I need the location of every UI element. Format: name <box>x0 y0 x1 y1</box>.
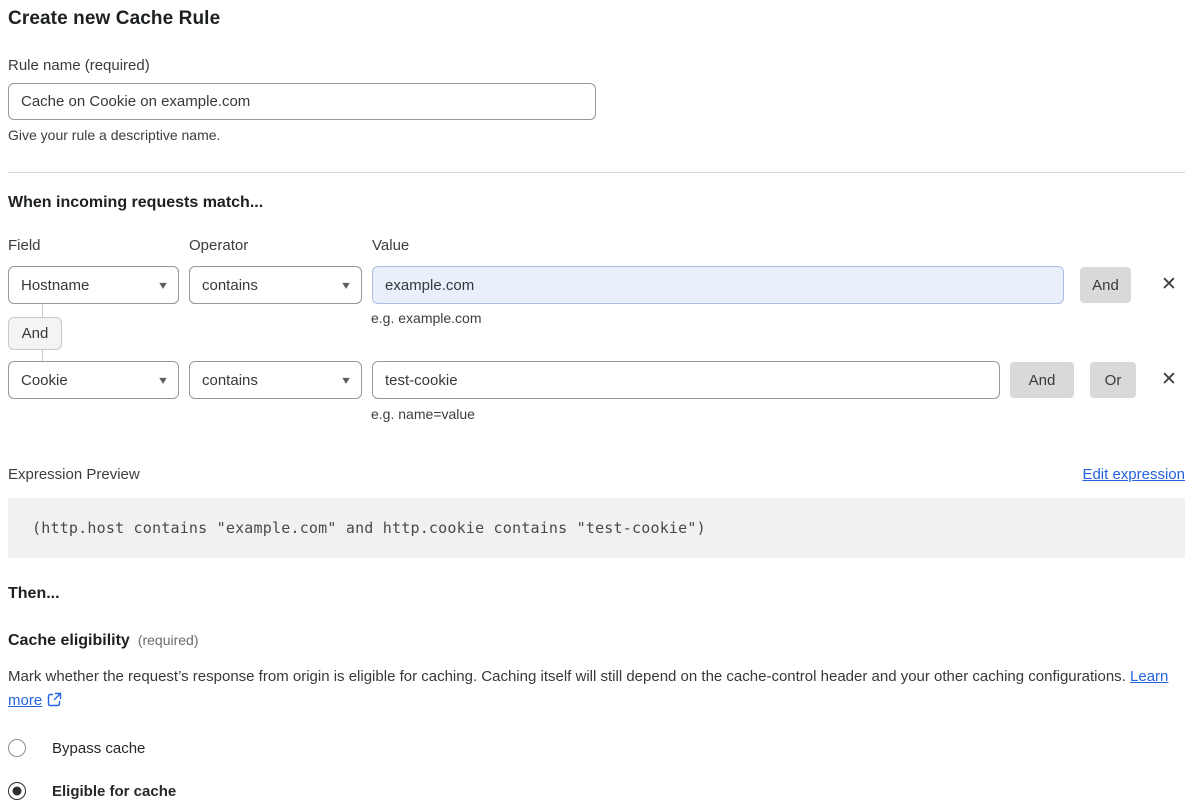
radio-option-bypass-cache[interactable]: Bypass cache <box>8 739 1185 757</box>
operator-select[interactable]: contains ▾ <box>189 361 362 399</box>
cache-eligibility-title: Cache eligibility <box>8 632 130 650</box>
rule-name-help: Give your rule a descriptive name. <box>8 127 1185 143</box>
radio-button-unselected[interactable] <box>8 739 26 757</box>
value-hint: e.g. name=value <box>371 406 1185 422</box>
match-section-heading: When incoming requests match... <box>8 194 1185 212</box>
field-column-label: Field <box>8 237 189 254</box>
rule-name-label: Rule name (required) <box>8 57 1185 74</box>
add-and-condition-button[interactable]: And <box>1010 362 1074 398</box>
operator-select-value: contains <box>202 277 258 294</box>
chevron-down-icon: ▾ <box>342 278 350 292</box>
field-select[interactable]: Hostname ▾ <box>8 266 179 304</box>
operator-select[interactable]: contains ▾ <box>189 266 362 304</box>
value-input[interactable] <box>372 361 1000 399</box>
section-divider <box>8 172 1185 173</box>
external-link-icon <box>47 691 62 715</box>
add-or-condition-button[interactable]: Or <box>1090 362 1136 398</box>
then-section-heading: Then... <box>8 585 1185 603</box>
cache-eligibility-description: Mark whether the request’s response from… <box>8 665 1173 715</box>
value-column-label: Value <box>372 237 1185 254</box>
rule-name-input[interactable] <box>8 83 596 120</box>
condition-row: Cookie ▾ contains ▾ And Or ✕ <box>8 361 1185 399</box>
cache-eligibility-heading: Cache eligibility (required) <box>8 632 1185 650</box>
value-hint: e.g. example.com <box>371 310 482 326</box>
value-input[interactable] <box>372 266 1064 304</box>
expression-preview-header: Expression Preview Edit expression <box>8 466 1185 483</box>
expression-preview-label: Expression Preview <box>8 466 140 483</box>
create-cache-rule-page: Create new Cache Rule Rule name (require… <box>0 0 1200 784</box>
chevron-down-icon: ▾ <box>159 278 167 292</box>
radio-label: Eligible for cache <box>52 783 176 800</box>
radio-option-eligible-for-cache[interactable]: Eligible for cache <box>8 782 1185 800</box>
chevron-down-icon: ▾ <box>342 373 350 387</box>
expression-code-block: (http.host contains "example.com" and ht… <box>8 498 1185 558</box>
chevron-down-icon: ▾ <box>159 373 167 387</box>
edit-expression-link[interactable]: Edit expression <box>1082 466 1185 483</box>
add-and-condition-button[interactable]: And <box>1080 267 1131 303</box>
field-select-value: Hostname <box>21 277 89 294</box>
builder-column-labels: Field Operator Value <box>8 237 1185 254</box>
field-select-value: Cookie <box>21 372 68 389</box>
page-title: Create new Cache Rule <box>8 8 1185 30</box>
and-connector: And <box>8 304 62 361</box>
remove-condition-icon[interactable]: ✕ <box>1158 274 1180 296</box>
connector-line <box>42 350 43 361</box>
required-note: (required) <box>138 632 199 648</box>
description-text: Mark whether the request’s response from… <box>8 668 1126 685</box>
condition-builder: Field Operator Value Hostname ▾ contains… <box>8 237 1185 422</box>
radio-label: Bypass cache <box>52 740 145 757</box>
operator-column-label: Operator <box>189 237 372 254</box>
expression-code: (http.host contains "example.com" and ht… <box>32 519 706 537</box>
field-select[interactable]: Cookie ▾ <box>8 361 179 399</box>
condition-row: Hostname ▾ contains ▾ And ✕ <box>8 266 1185 304</box>
remove-condition-icon[interactable]: ✕ <box>1158 369 1180 391</box>
connector-area: e.g. example.com And <box>8 304 1185 361</box>
connector-line <box>42 304 43 317</box>
radio-button-selected[interactable] <box>8 782 26 800</box>
operator-select-value: contains <box>202 372 258 389</box>
connector-and-button[interactable]: And <box>8 317 62 350</box>
